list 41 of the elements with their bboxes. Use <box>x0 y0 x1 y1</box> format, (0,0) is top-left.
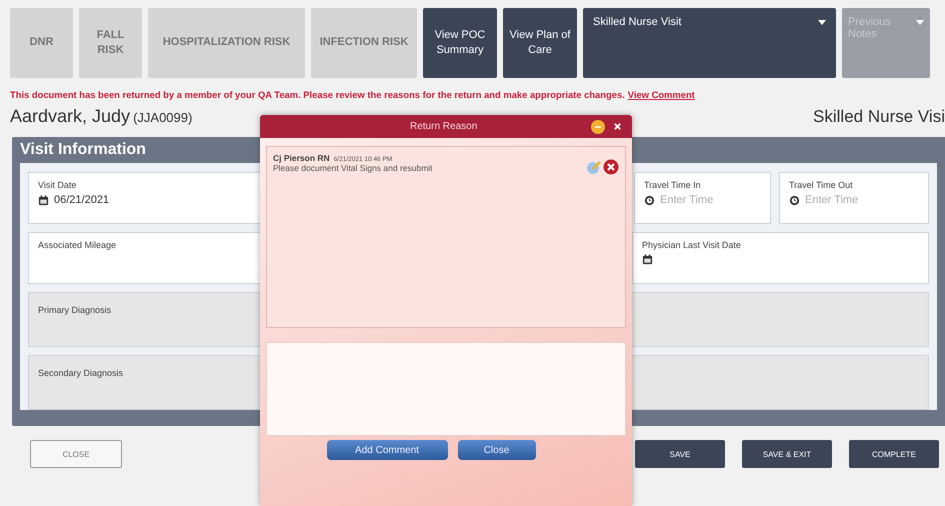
calendar-icon <box>38 194 49 206</box>
caret-icon <box>818 20 826 25</box>
patient-name: Aardvark, Judy <box>10 106 130 126</box>
visit-type-title: Skilled Nurse Visi <box>813 107 945 127</box>
comment-input[interactable] <box>266 342 626 436</box>
field-label: Travel Time Out <box>789 180 854 190</box>
field-label: Visit Date <box>38 180 78 190</box>
alert-message: This document has been returned by a member of your QA Team. Please review the reasons for the return and make appropriate changes. <box>10 89 625 100</box>
field-label: Travel Time In <box>644 180 702 190</box>
caret-icon <box>916 20 924 25</box>
form-field[interactable]: Physician Last Visit Date <box>632 232 929 284</box>
delete-icon[interactable] <box>603 159 619 175</box>
field-value: 06/21/2021 <box>54 194 110 206</box>
calendar-icon <box>642 254 653 265</box>
patient-id: (JJA0099) <box>133 110 192 125</box>
section-title: Visit Information <box>20 141 146 158</box>
dialog-button[interactable]: Close <box>458 440 536 460</box>
toolbar-tile[interactable]: View Plan of Care <box>503 8 577 78</box>
comment-text: Please document Vital Signs and resubmit <box>273 163 434 173</box>
action-button[interactable]: SAVE & EXIT <box>742 440 832 468</box>
dialog-button[interactable]: Add Comment <box>326 440 448 460</box>
minimize-icon[interactable] <box>591 120 605 134</box>
comment-author: Cj Pierson RN <box>273 153 330 163</box>
dropdown[interactable]: Skilled Nurse Visit <box>583 8 836 78</box>
field-placeholder: Enter Time <box>660 194 714 206</box>
dialog-title: Return Reason <box>410 121 478 132</box>
view-comments-link[interactable]: View Comment <box>628 89 695 100</box>
toolbar-tile[interactable]: View POC Summary <box>423 8 497 78</box>
field-label: Primary Diagnosis <box>38 305 112 315</box>
field-label: Associated Mileage <box>38 240 118 250</box>
field-label: Secondary Diagnosis <box>38 368 124 378</box>
close-icon[interactable] <box>613 122 622 131</box>
action-button[interactable]: COMPLETE <box>849 440 939 468</box>
close-button[interactable]: CLOSE <box>30 440 122 468</box>
action-button[interactable]: SAVE <box>635 440 725 468</box>
form-field[interactable]: Travel Time In Enter Time <box>634 172 771 224</box>
clock-icon <box>789 194 800 206</box>
field-label: Physician Last Visit Date <box>642 240 742 250</box>
clock-icon <box>644 194 655 206</box>
form-field[interactable]: Travel Time Out Enter Time <box>779 172 929 224</box>
field-placeholder: Enter Time <box>805 194 858 206</box>
